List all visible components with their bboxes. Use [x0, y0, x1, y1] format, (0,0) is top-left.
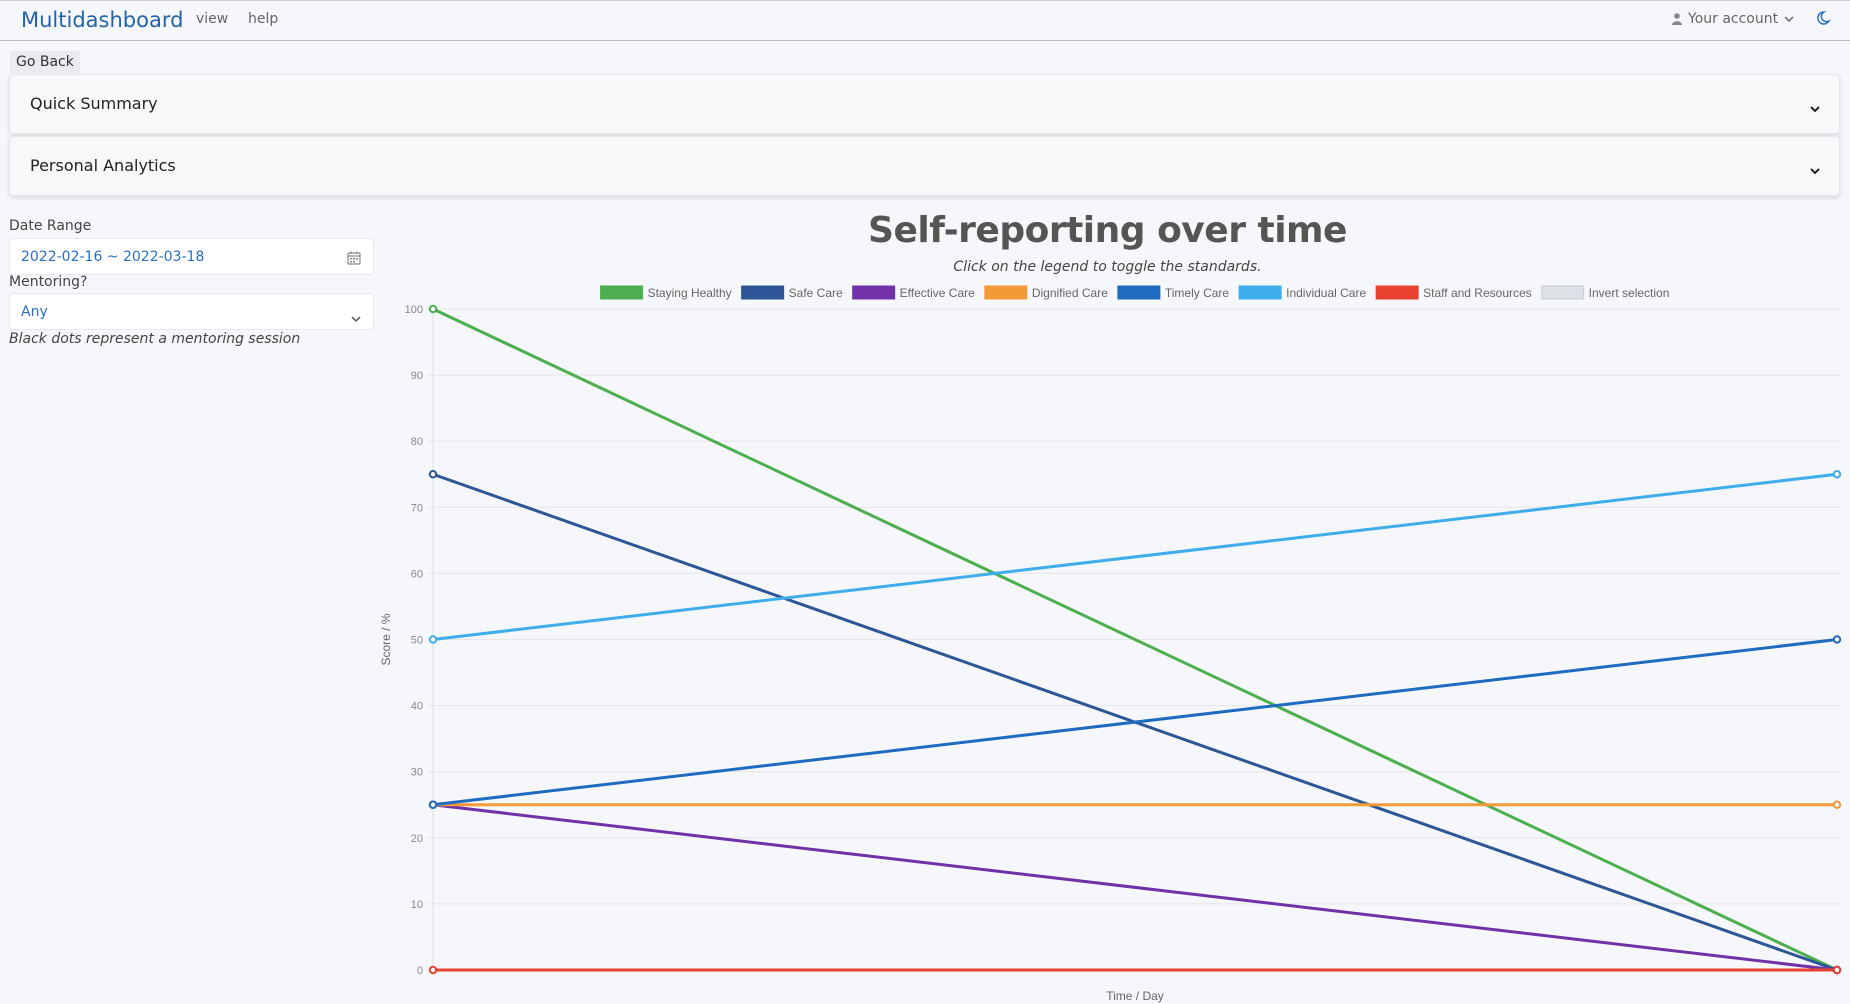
- y-axis-title: Score / %: [379, 613, 393, 665]
- data-point[interactable]: [428, 965, 438, 975]
- legend-label: Effective Care: [900, 286, 975, 300]
- y-tick-label: 90: [411, 370, 423, 382]
- data-point[interactable]: [1832, 635, 1842, 644]
- legend-swatch: [741, 285, 785, 300]
- legend-swatch: [1541, 285, 1585, 300]
- y-tick-label: 30: [411, 767, 423, 779]
- y-tick-label: 80: [411, 436, 423, 448]
- data-point[interactable]: [1832, 965, 1842, 975]
- line-chart: 0 10 20 30 40 50 60 70 80 90 100 Staying Healthy Sa…: [379, 285, 1842, 1003]
- data-point[interactable]: [1832, 800, 1842, 809]
- legend-item[interactable]: Individual Care: [1238, 285, 1366, 300]
- legend-item[interactable]: Dignified Care: [984, 285, 1108, 300]
- y-tick-label: 10: [411, 899, 423, 911]
- legend-item[interactable]: Staying Healthy: [600, 285, 732, 300]
- y-tick-label: 0: [417, 965, 423, 977]
- legend-item[interactable]: Staff and Resources: [1375, 285, 1532, 300]
- legend-label: Timely Care: [1165, 286, 1230, 300]
- legend-item[interactable]: Effective Care: [852, 285, 975, 300]
- legend-label: Staff and Resources: [1423, 286, 1532, 300]
- series-line: [432, 803, 1838, 972]
- legend-swatch: [1117, 285, 1161, 300]
- y-tick-label: 40: [411, 701, 423, 713]
- data-point[interactable]: [428, 304, 438, 314]
- legend-label: Dignified Care: [1032, 286, 1108, 300]
- legend-swatch: [852, 285, 896, 300]
- legend-label: Individual Care: [1286, 286, 1366, 300]
- y-tick-label: 70: [411, 502, 423, 514]
- y-tick-label: 100: [405, 304, 423, 316]
- legend-item[interactable]: Timely Care: [1117, 285, 1230, 300]
- x-axis-title: Time / Day: [1106, 989, 1164, 1003]
- legend-item[interactable]: Invert selection: [1541, 285, 1670, 300]
- legend-item[interactable]: Safe Care: [741, 285, 843, 300]
- data-point[interactable]: [428, 635, 438, 644]
- y-tick-label: 50: [411, 635, 423, 647]
- legend-label: Safe Care: [789, 286, 843, 300]
- data-point[interactable]: [428, 800, 438, 809]
- legend-swatch: [1238, 285, 1282, 300]
- data-point[interactable]: [428, 470, 438, 479]
- legend-label: Staying Healthy: [648, 286, 732, 300]
- legend-swatch: [1375, 285, 1419, 300]
- legend-swatch: [600, 285, 644, 300]
- data-point[interactable]: [1832, 470, 1842, 479]
- y-tick-label: 60: [411, 568, 423, 580]
- legend-swatch: [984, 285, 1028, 300]
- series-line: [432, 638, 1838, 807]
- series-line: [432, 472, 1838, 641]
- y-tick-label: 20: [411, 833, 423, 845]
- legend-label: Invert selection: [1589, 286, 1670, 300]
